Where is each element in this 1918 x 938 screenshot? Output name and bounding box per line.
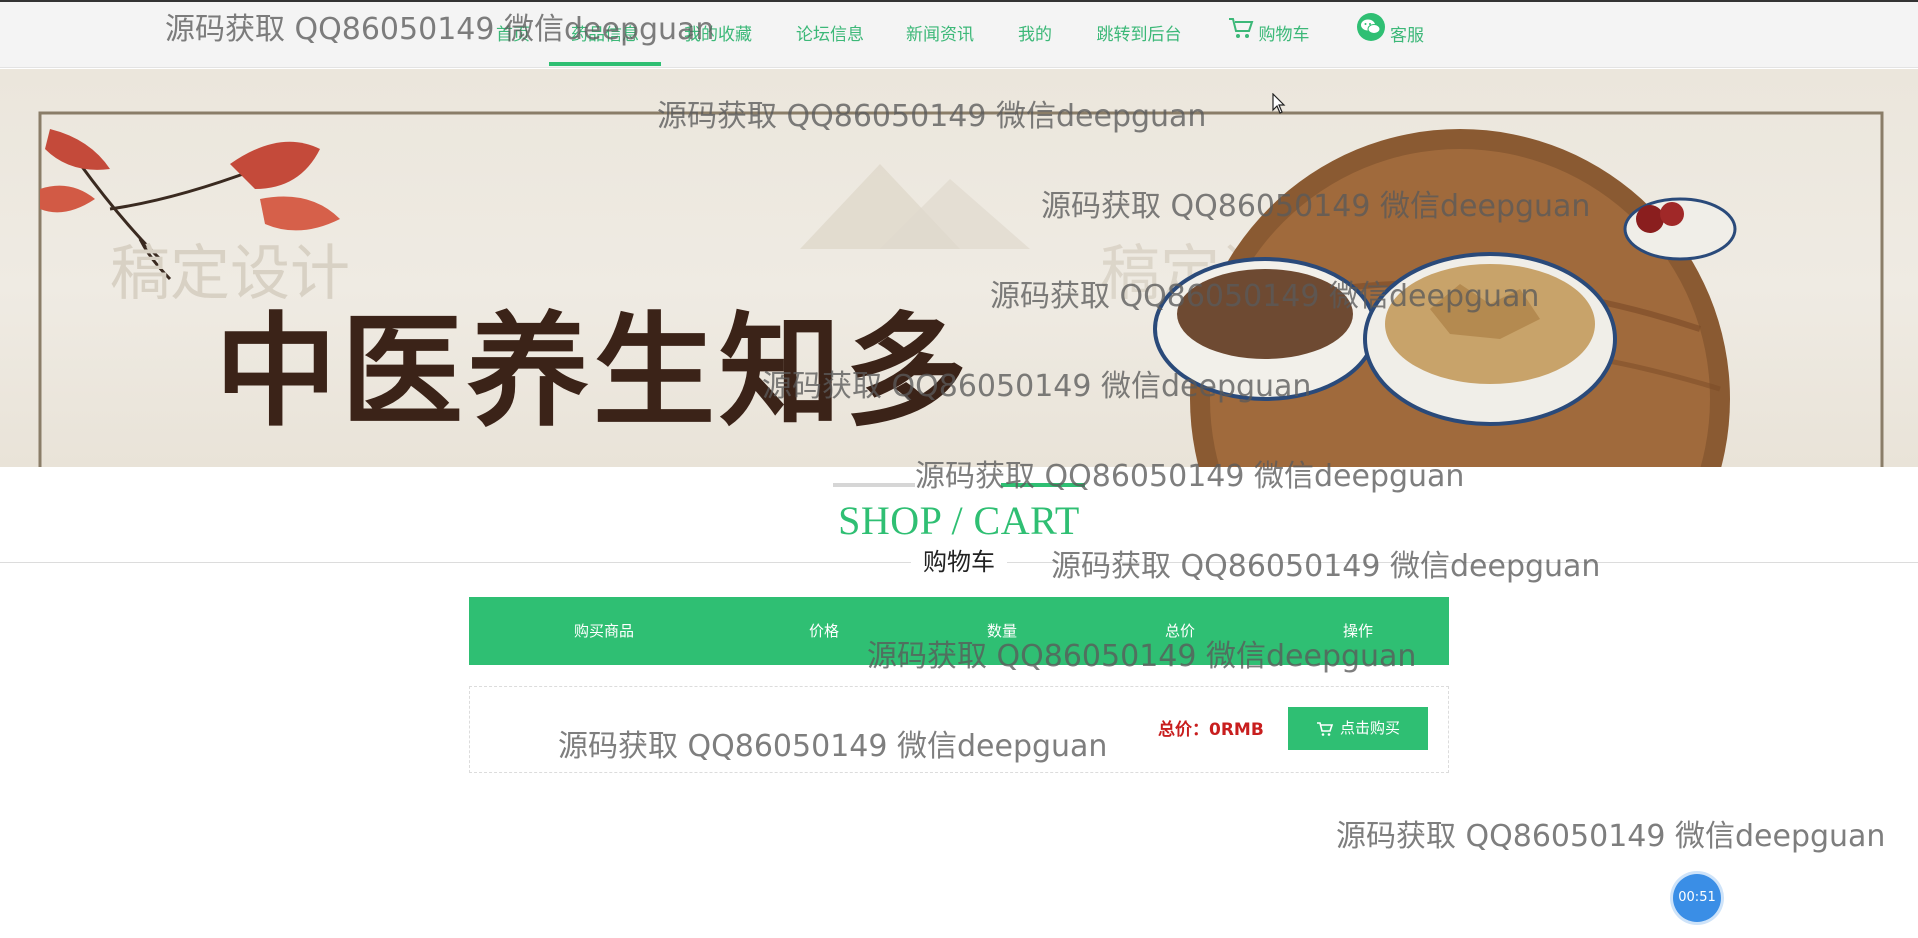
section-title-english: SHOP / CART <box>838 498 1080 543</box>
nav-customer-service-label: 客服 <box>1390 26 1424 46</box>
mouse-cursor-icon <box>1272 93 1286 114</box>
nav-medicine-info[interactable]: 药品信息 <box>549 12 661 66</box>
top-navbar: 首页 药品信息 我的收藏 论坛信息 新闻资讯 我的 跳转到后台 购物车 客服 <box>0 2 1918 68</box>
buy-button[interactable]: 点击购买 <box>1288 707 1428 750</box>
column-header-product: 购买商品 <box>573 622 634 640</box>
timer-badge[interactable]: 00:51 <box>1673 874 1721 922</box>
hero-banner: 中医养生知多 稿定设计 稿定设计 <box>0 69 1918 467</box>
title-decoration-grey <box>833 483 915 487</box>
nav-home[interactable]: 首页 <box>492 12 534 66</box>
cart-icon <box>1316 721 1334 736</box>
section-title-chinese-wrap: 购物车 <box>0 547 1918 577</box>
column-header-action: 操作 <box>1342 622 1373 640</box>
section-title-area: SHOP / CART 购物车 <box>0 467 1918 577</box>
banner-faint-text-1: 稿定设计 <box>110 239 350 309</box>
nav-news[interactable]: 新闻资讯 <box>900 12 980 66</box>
nav-forum[interactable]: 论坛信息 <box>790 12 870 66</box>
nav-customer-service[interactable]: 客服 <box>1352 12 1428 66</box>
column-header-total: 总价 <box>1164 622 1195 640</box>
watermark-text: 源码获取 QQ86050149 微信deepguan <box>1336 819 1886 854</box>
column-header-price: 价格 <box>808 622 839 640</box>
title-decoration-green <box>1001 483 1085 487</box>
banner-calligraphy: 中医养生知多 <box>215 299 971 443</box>
nav-mine[interactable]: 我的 <box>1011 12 1059 66</box>
nav-cart[interactable]: 购物车 <box>1222 12 1314 66</box>
cart-table-header: 购买商品 价格 数量 总价 操作 <box>469 597 1449 665</box>
cart-total-price: 总价：0RMB <box>1158 720 1264 740</box>
cart-summary: 总价：0RMB 点击购买 <box>469 686 1449 773</box>
buy-button-label: 点击购买 <box>1339 719 1400 737</box>
nav-admin-link[interactable]: 跳转到后台 <box>1090 12 1188 66</box>
cart-icon <box>1227 12 1255 58</box>
column-header-quantity: 数量 <box>986 622 1017 640</box>
section-title-chinese: 购物车 <box>911 547 1007 577</box>
nav-cart-label: 购物车 <box>1258 25 1310 45</box>
wechat-icon <box>1356 12 1386 60</box>
page: 首页 药品信息 我的收藏 论坛信息 新闻资讯 我的 跳转到后台 购物车 客服 中… <box>0 0 1918 938</box>
banner-artwork: 中医养生知多 稿定设计 稿定设计 <box>38 111 1884 467</box>
nav-my-favorites[interactable]: 我的收藏 <box>678 12 758 66</box>
